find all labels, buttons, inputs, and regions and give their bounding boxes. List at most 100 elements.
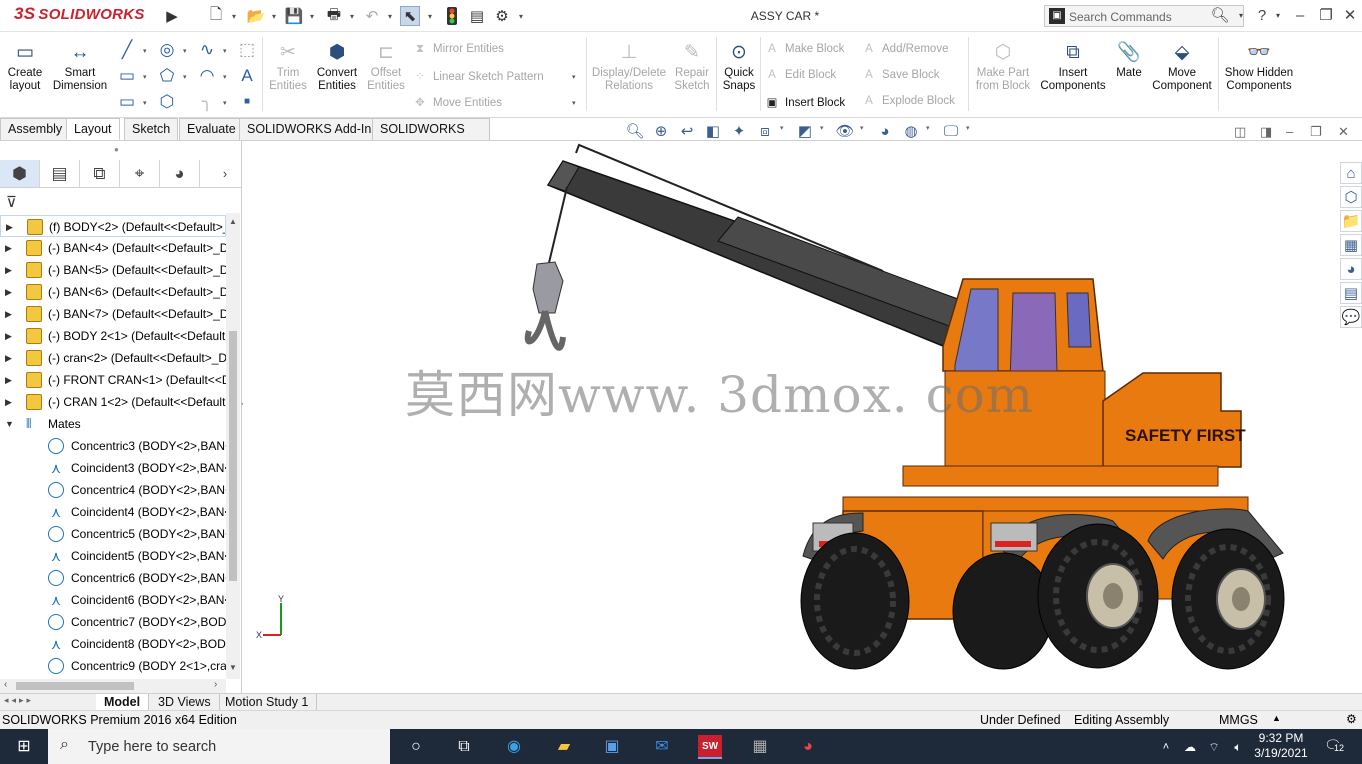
make-block-button[interactable]: A Make Block bbox=[764, 43, 844, 55]
units-selector[interactable]: MMGS bbox=[1219, 713, 1258, 727]
print-icon[interactable]: 🖶 bbox=[324, 6, 344, 26]
units-dropdown-icon[interactable]: ▲ bbox=[1272, 713, 1281, 723]
select-dropdown-icon[interactable]: ▾ bbox=[426, 6, 434, 26]
new-document-icon[interactable]: 🗋 bbox=[206, 6, 226, 26]
view-orientation-dropdown-icon[interactable]: ▾ bbox=[780, 124, 784, 132]
mirror-entities-button[interactable]: ⧗ Mirror Entities bbox=[412, 43, 504, 56]
viewport-tile-right-icon[interactable]: ◨ bbox=[1260, 124, 1272, 140]
expand-arrow-icon[interactable]: ▶ bbox=[5, 303, 12, 325]
polygon-dropdown-icon[interactable]: ▾ bbox=[183, 73, 187, 81]
arc-icon[interactable]: ◠ bbox=[197, 66, 217, 86]
trim-entities-button[interactable]: ✂ Trim Entities bbox=[266, 41, 310, 93]
circle-icon[interactable]: ◎ bbox=[157, 40, 177, 60]
mail-icon[interactable]: ✉ bbox=[650, 735, 674, 759]
solidworks-logo[interactable]: 3S SOLIDWORKS bbox=[14, 4, 145, 24]
move-dropdown-icon[interactable]: ▾ bbox=[572, 99, 576, 107]
tree-mate-row[interactable]: Concentric3 (BODY<2>,BAN< bbox=[0, 435, 226, 457]
display-delete-relations-button[interactable]: ⊥ Display/Delete Relations bbox=[590, 41, 668, 93]
notifications-icon[interactable]: 🗨 12 bbox=[1324, 737, 1350, 757]
new-dropdown-icon[interactable]: ▾ bbox=[230, 6, 238, 26]
scene-dropdown-icon[interactable]: ▾ bbox=[926, 124, 930, 132]
windows-start-icon[interactable]: ⊞ bbox=[12, 735, 36, 759]
tree-mate-row[interactable]: Concentric6 (BODY<2>,BAN< bbox=[0, 567, 226, 589]
configuration-manager-tab-icon[interactable]: ⧉ bbox=[80, 160, 120, 187]
network-icon[interactable]: ⌔ bbox=[1202, 735, 1226, 759]
chrome-icon[interactable]: ◕ bbox=[796, 735, 820, 759]
tab-motion-study[interactable]: Motion Study 1 bbox=[217, 694, 318, 711]
expand-arrow-icon[interactable]: ▶ bbox=[6, 216, 13, 236]
slot-dropdown-icon[interactable]: ▾ bbox=[143, 99, 147, 107]
options-gear-icon[interactable]: ⚙ bbox=[492, 6, 512, 26]
make-part-from-block-button[interactable]: ⬡ Make Part from Block bbox=[972, 41, 1034, 93]
tab-assembly[interactable]: Assembly bbox=[0, 118, 71, 140]
tab-mbd[interactable]: SOLIDWORKS MBD bbox=[372, 118, 490, 157]
arc-dropdown-icon[interactable]: ▾ bbox=[223, 73, 227, 81]
polygon-icon[interactable]: ⬠ bbox=[157, 66, 177, 86]
doc-restore-icon[interactable]: ❐ bbox=[1310, 124, 1322, 140]
zoom-to-area-icon[interactable]: ⊕ bbox=[651, 122, 671, 142]
taskbar-search-box[interactable]: ⌕ Type here to search bbox=[48, 729, 390, 764]
create-layout-button[interactable]: ▭ Create layout bbox=[4, 41, 46, 93]
solidworks-resources-icon[interactable]: ⌂ bbox=[1340, 162, 1362, 184]
explode-block-button[interactable]: A Explode Block bbox=[861, 95, 955, 107]
tree-mate-row[interactable]: ⋏ Coincident8 (BODY<2>,BODY bbox=[0, 633, 226, 655]
view-settings-dropdown-icon[interactable]: ▾ bbox=[966, 124, 970, 132]
expand-menu-icon[interactable]: ▶ bbox=[162, 6, 182, 26]
tree-component-row[interactable]: ▶ (-) FRONT CRAN<1> (Default<<D bbox=[0, 369, 226, 391]
panel-grip-icon[interactable]: ● bbox=[114, 145, 119, 154]
edge-browser-icon[interactable]: ◉ bbox=[502, 735, 526, 759]
file-explorer-icon[interactable]: 📁 bbox=[1340, 210, 1362, 232]
linear-sketch-pattern-button[interactable]: ⁘ Linear Sketch Pattern bbox=[412, 69, 543, 83]
hide-show-items-icon[interactable]: 👁 bbox=[835, 122, 855, 142]
calculator-icon[interactable]: ▦ bbox=[748, 735, 772, 759]
scroll-down-icon[interactable]: ▼ bbox=[229, 663, 237, 672]
store-icon[interactable]: ▣ bbox=[600, 735, 624, 759]
dynamic-annotation-icon[interactable]: ✦ bbox=[729, 122, 749, 142]
expand-arrow-icon[interactable]: ▶ bbox=[5, 259, 12, 281]
help-dropdown-icon[interactable]: ▾ bbox=[1268, 6, 1288, 26]
display-manager-tab-icon[interactable]: ◕ bbox=[160, 160, 200, 187]
restore-window-icon[interactable]: ❐ bbox=[1316, 6, 1336, 26]
status-help-icon[interactable]: ⚙ bbox=[1346, 712, 1357, 726]
expand-arrow-icon[interactable]: ▶ bbox=[5, 281, 12, 303]
move-entities-button[interactable]: ✥ Move Entities bbox=[412, 95, 502, 109]
scroll-right-icon[interactable]: › bbox=[214, 679, 217, 690]
solidworks-taskbar-icon[interactable]: SW bbox=[698, 735, 722, 759]
filter-icon[interactable]: ⊽ bbox=[6, 193, 17, 211]
tree-mate-row[interactable]: ⋏ Coincident4 (BODY<2>,BAN< bbox=[0, 501, 226, 523]
taskbar-clock[interactable]: 9:32 PM 3/19/2021 bbox=[1250, 731, 1312, 761]
convert-entities-button[interactable]: ⬢ Convert Entities bbox=[314, 41, 360, 93]
section-view-icon[interactable]: ◧ bbox=[703, 122, 723, 142]
rectangle-dropdown-icon[interactable]: ▾ bbox=[143, 73, 147, 81]
open-dropdown-icon[interactable]: ▾ bbox=[270, 6, 278, 26]
design-library-icon[interactable]: ⬡ bbox=[1340, 186, 1362, 208]
tree-mate-row[interactable]: ⋏ Coincident6 (BODY<2>,BAN< bbox=[0, 589, 226, 611]
text-icon[interactable]: A bbox=[237, 66, 257, 86]
save-dropdown-icon[interactable]: ▾ bbox=[308, 6, 316, 26]
expand-arrow-icon[interactable]: ▶ bbox=[5, 391, 12, 413]
edit-block-button[interactable]: A Edit Block bbox=[764, 69, 836, 81]
tree-mate-row[interactable]: ⋏ Coincident3 (BODY<2>,BAN< bbox=[0, 457, 226, 479]
volume-icon[interactable]: 🔈︎ bbox=[1226, 735, 1250, 759]
tree-hscroll-thumb[interactable] bbox=[16, 682, 134, 690]
expand-arrow-icon[interactable]: ▶ bbox=[5, 369, 12, 391]
tree-component-row[interactable]: ▶ (-) BAN<7> (Default<<Default>_D bbox=[0, 303, 226, 325]
forum-icon[interactable]: 💬 bbox=[1340, 306, 1362, 328]
display-style-icon[interactable]: ◩ bbox=[795, 122, 815, 142]
tree-mate-row[interactable]: Concentric7 (BODY<2>,BODY bbox=[0, 611, 226, 633]
apply-scene-icon[interactable]: ◍ bbox=[901, 122, 921, 142]
spline-dropdown-icon[interactable]: ▾ bbox=[223, 47, 227, 55]
tree-mates-folder[interactable]: ▼ ⫴ Mates bbox=[0, 413, 226, 435]
tab-3d-views[interactable]: 3D Views bbox=[150, 694, 220, 711]
tree-component-row[interactable]: ▶ (f) BODY<2> (Default<<Default>_ bbox=[0, 215, 226, 237]
file-explorer-taskbar-icon[interactable]: ▰ bbox=[552, 735, 576, 759]
custom-properties-icon[interactable]: ▤ bbox=[1340, 282, 1362, 304]
traffic-light-icon[interactable] bbox=[442, 6, 462, 26]
cloud-icon[interactable]: ☁ bbox=[1178, 735, 1202, 759]
property-manager-tab-icon[interactable]: ▤ bbox=[40, 160, 80, 187]
tab-scroll-arrows-icon[interactable]: ◂◂▸▸ bbox=[4, 695, 34, 706]
offset-entities-button[interactable]: ⊏ Offset Entities bbox=[364, 41, 408, 93]
previous-view-icon[interactable]: ↩ bbox=[677, 122, 697, 142]
zoom-to-fit-icon[interactable]: 🔍︎ bbox=[625, 122, 645, 142]
tray-chevron-icon[interactable]: ˄ bbox=[1154, 735, 1178, 759]
